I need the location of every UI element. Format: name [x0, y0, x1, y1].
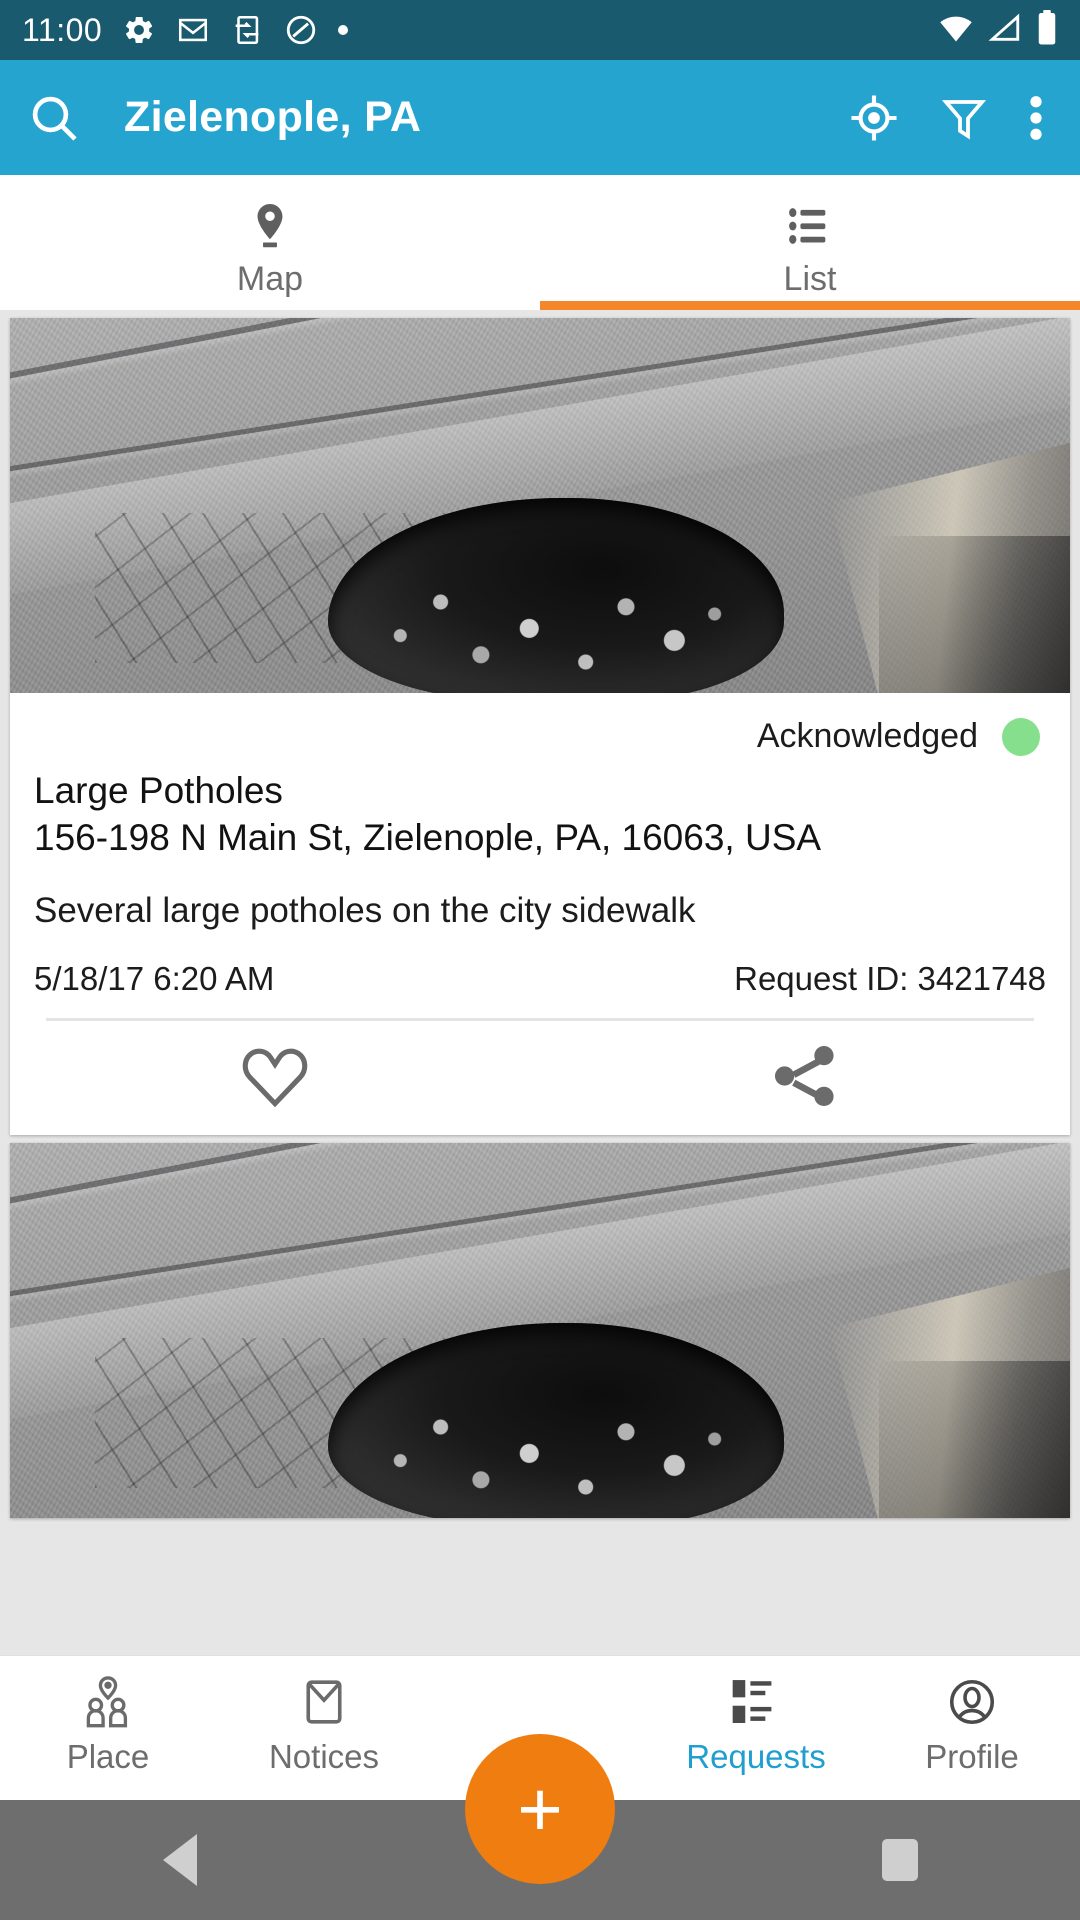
nav-item-profile-label: Profile [925, 1738, 1019, 1775]
request-details: Acknowledged Large Potholes 156-198 N Ma… [10, 693, 1070, 1012]
list-item[interactable] [10, 1143, 1070, 1519]
search-icon[interactable] [26, 90, 82, 146]
status-bar-left: 11:00 [22, 12, 349, 48]
plus-icon: + [517, 1764, 563, 1853]
nav-item-fab-spacer [432, 1656, 648, 1740]
person-profile-icon [945, 1672, 999, 1732]
nav-item-requests[interactable]: Requests [648, 1656, 864, 1773]
photo-shadow [879, 535, 1070, 693]
heart-icon[interactable] [10, 1043, 540, 1109]
crosshair-location-icon[interactable] [848, 92, 900, 144]
gmail-icon [176, 13, 210, 47]
page-title: Zielenople, PA [124, 93, 422, 141]
request-meta: 5/18/17 6:20 AM Request ID: 3421748 [34, 932, 1046, 1012]
photo-shadow [879, 1360, 1070, 1519]
tab-map-label: Map [236, 259, 304, 298]
status-bar-clock: 11:00 [22, 12, 103, 48]
request-description: Several large potholes on the city sidew… [34, 891, 696, 931]
app-bar: Zielenople, PA [0, 60, 1080, 175]
people-place-icon [79, 1672, 137, 1732]
list-item[interactable]: Acknowledged Large Potholes 156-198 N Ma… [10, 318, 1070, 1136]
do-not-disturb-icon [284, 13, 318, 47]
status-row: Acknowledged [34, 693, 1046, 762]
nav-item-profile[interactable]: Profile [864, 1656, 1080, 1773]
tab-list[interactable]: List [540, 175, 1080, 310]
dot-icon [338, 25, 349, 35]
status-badge: Acknowledged [756, 717, 978, 755]
nav-item-notices-label: Notices [268, 1738, 380, 1775]
requests-list-icon [728, 1672, 784, 1732]
status-dot-icon [1002, 717, 1040, 756]
tab-map[interactable]: Map [0, 175, 540, 310]
status-bar: 11:00 [0, 0, 1080, 60]
request-title: Large Potholes [34, 770, 283, 811]
list-icon [787, 200, 833, 252]
back-triangle-icon[interactable] [0, 1834, 360, 1886]
request-address: 156-198 N Main St, Zielenople, PA, 16063… [34, 817, 822, 859]
status-bar-right [938, 9, 1058, 51]
request-photo[interactable] [10, 318, 1070, 693]
nav-item-place[interactable]: Place [0, 1656, 216, 1773]
overflow-menu-icon[interactable] [1028, 92, 1044, 144]
sync-device-icon [230, 13, 264, 47]
share-icon[interactable] [540, 1043, 1070, 1109]
request-list[interactable]: Acknowledged Large Potholes 156-198 N Ma… [0, 310, 1080, 1745]
filter-funnel-icon[interactable] [940, 92, 988, 144]
settings-gear-icon [122, 13, 156, 47]
battery-icon [1036, 9, 1058, 51]
nav-item-place-label: Place [66, 1738, 150, 1775]
tab-active-indicator [540, 301, 1080, 310]
recents-square-icon[interactable] [720, 1839, 1080, 1881]
envelope-icon [296, 1672, 352, 1732]
tab-list-label: List [783, 259, 837, 298]
map-pin-icon [248, 200, 292, 252]
nav-item-notices[interactable]: Notices [216, 1656, 432, 1773]
tab-bar: Map List [0, 175, 1080, 310]
add-request-fab[interactable]: + [465, 1734, 615, 1884]
nav-item-requests-label: Requests [686, 1738, 826, 1775]
wifi-icon [938, 13, 974, 48]
card-actions [10, 1021, 1070, 1135]
app-bar-actions [848, 92, 1054, 144]
request-date: 5/18/17 6:20 AM [34, 960, 275, 998]
cell-signal-icon [988, 13, 1022, 48]
request-id: Request ID: 3421748 [734, 960, 1046, 998]
request-photo[interactable] [10, 1143, 1070, 1519]
